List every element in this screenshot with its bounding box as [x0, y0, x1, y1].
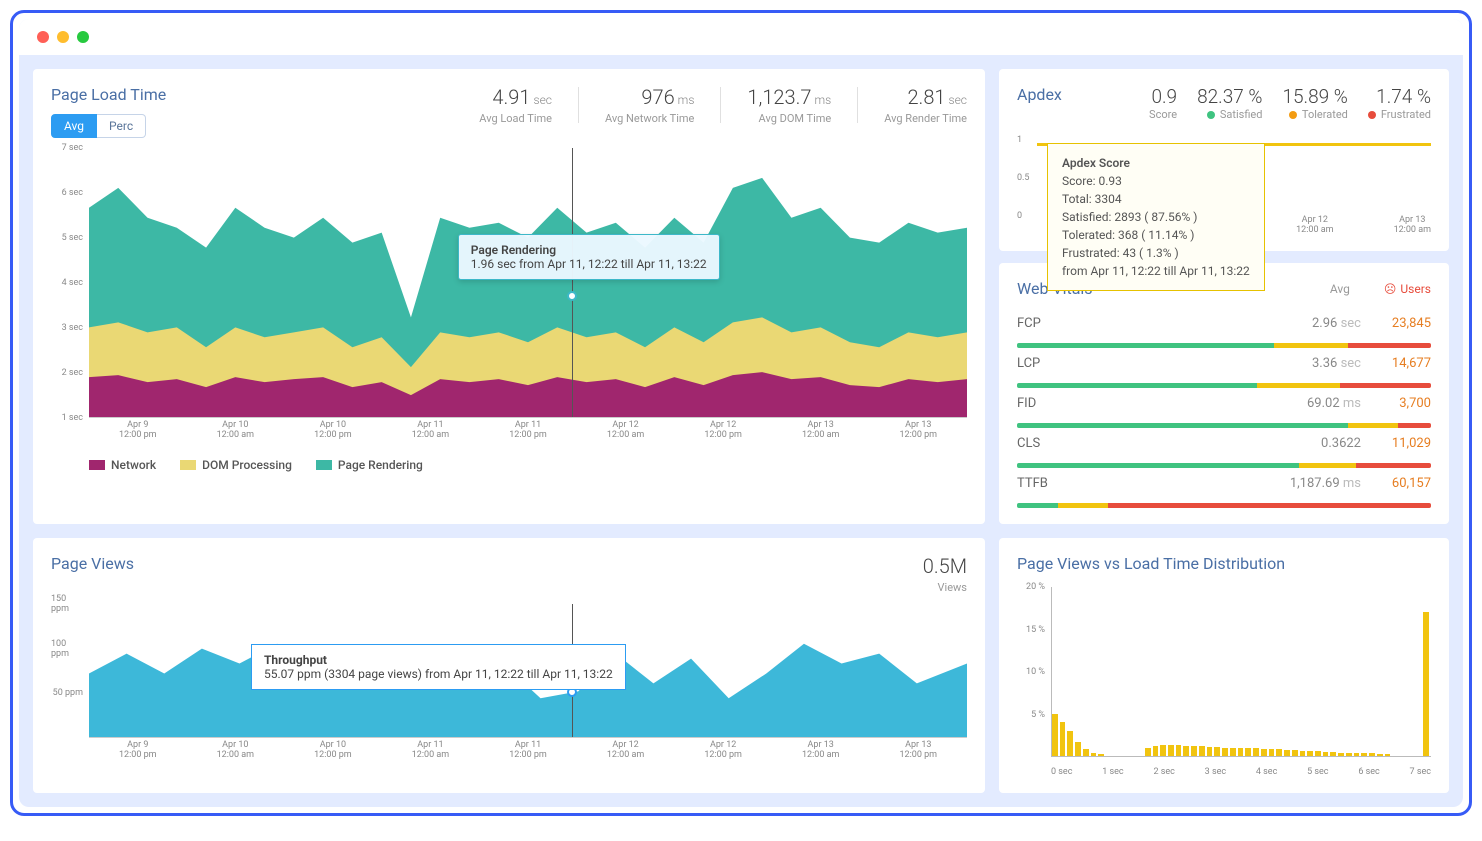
panel-title: Apdex	[1017, 85, 1062, 104]
load-stat: 1,123.7msAvg DOM Time	[747, 85, 831, 125]
page-load-time-panel: Page Load Time Avg Perc 4.91secAvg Load …	[33, 69, 985, 524]
apdex-tooltip: Apdex Score Score: 0.93Total: 3304Satisf…	[1047, 143, 1265, 291]
apdex-stat: 82.37 %Satisfied	[1197, 85, 1262, 121]
load-time-stats: 4.91secAvg Load Time 976msAvg Network Tim…	[479, 85, 967, 125]
panel-title: Page Views	[51, 554, 134, 573]
page-views-chart[interactable]: 150 ppm100 ppm50 ppm Throughput 55.07 pp…	[51, 604, 967, 764]
page-views-panel: Page Views 0.5M Views 150 ppm100 ppm50 p…	[33, 538, 985, 793]
vital-row[interactable]: LCP3.36 sec14,677	[1017, 348, 1431, 388]
close-icon[interactable]	[37, 31, 49, 43]
panel-title: Page Views vs Load Time Distribution	[1017, 554, 1431, 573]
minimize-icon[interactable]	[57, 31, 69, 43]
apdex-panel: Apdex 0.9Score 82.37 %Satisfied 15.89 %Tol…	[999, 69, 1449, 251]
load-stat: 2.81secAvg Render Time	[884, 85, 967, 125]
load-stat: 976msAvg Network Time	[605, 85, 694, 125]
panel-title: Page Load Time	[51, 85, 166, 104]
vital-row[interactable]: FID69.02 ms3,700	[1017, 388, 1431, 428]
web-vitals-panel: Web Vitals Avg ☹ Users FCP2.96 sec23,845…	[999, 263, 1449, 524]
views-stat: 0.5M Views	[923, 554, 967, 594]
chart-tooltip: Page Rendering 1.96 sec from Apr 11, 12:…	[458, 234, 720, 280]
app-frame: Page Load Time Avg Perc 4.91secAvg Load …	[10, 10, 1472, 816]
apdex-stat: 0.9Score	[1149, 85, 1177, 121]
apdex-stat: 1.74 %Frustrated	[1368, 85, 1431, 121]
avg-button[interactable]: Avg	[51, 114, 97, 138]
page-load-chart[interactable]: 7 sec6 sec5 sec4 sec3 sec2 sec1 sec Page…	[51, 148, 967, 448]
users-icon: ☹ Users	[1384, 282, 1431, 296]
window-titlebar	[19, 19, 1463, 55]
apdex-stat: 15.89 %Tolerated	[1282, 85, 1347, 121]
throughput-tooltip: Throughput 55.07 ppm (3304 page views) f…	[251, 644, 626, 690]
apdex-chart[interactable]: 1 0.5 0 Apr 1212:00 am Apr 1312:00 am Ap…	[1017, 135, 1431, 235]
vital-row[interactable]: FCP2.96 sec23,845	[1017, 308, 1431, 348]
vital-row[interactable]: TTFB1,187.69 ms60,157	[1017, 468, 1431, 508]
distribution-chart[interactable]: 20 %15 %10 %5 % 0 sec1 sec2 sec3 sec4 se…	[1017, 587, 1431, 777]
chart-legend: NetworkDOM ProcessingPage Rendering	[51, 458, 967, 472]
perc-button[interactable]: Perc	[97, 114, 146, 138]
distribution-panel: Page Views vs Load Time Distribution 20 …	[999, 538, 1449, 793]
avg-perc-toggle: Avg Perc	[51, 114, 166, 138]
maximize-icon[interactable]	[77, 31, 89, 43]
vital-row[interactable]: CLS0.362211,029	[1017, 428, 1431, 468]
load-stat: 4.91secAvg Load Time	[479, 85, 552, 125]
